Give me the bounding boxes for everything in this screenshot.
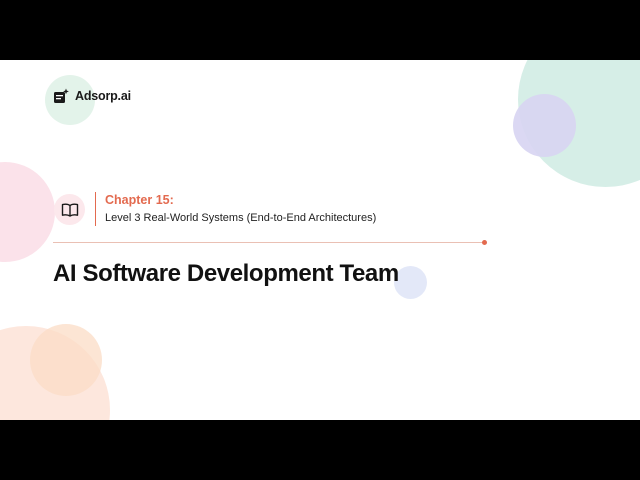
video-frame: Adsorp.ai Chapter 15: Level 3 Real-World…	[0, 0, 640, 480]
decorative-orange-circle	[30, 324, 102, 396]
decorative-blue-circle	[394, 266, 427, 299]
decorative-pink-circle	[0, 162, 55, 262]
slide: Adsorp.ai Chapter 15: Level 3 Real-World…	[0, 60, 640, 420]
section-divider	[53, 242, 484, 243]
slide-title: AI Software Development Team	[53, 260, 399, 287]
brand-logo: Adsorp.ai	[53, 88, 131, 104]
brand-name: Adsorp.ai	[75, 89, 131, 103]
chapter-icon-badge	[54, 194, 85, 225]
divider-dot	[482, 240, 487, 245]
chapter-subtitle: Level 3 Real-World Systems (End-to-End A…	[105, 212, 377, 224]
decorative-lavender-circle	[513, 94, 576, 157]
chapter-divider	[95, 192, 96, 226]
open-book-icon	[61, 203, 78, 217]
sparkle-document-icon	[54, 88, 69, 103]
chapter-label: Chapter 15:	[105, 193, 174, 207]
